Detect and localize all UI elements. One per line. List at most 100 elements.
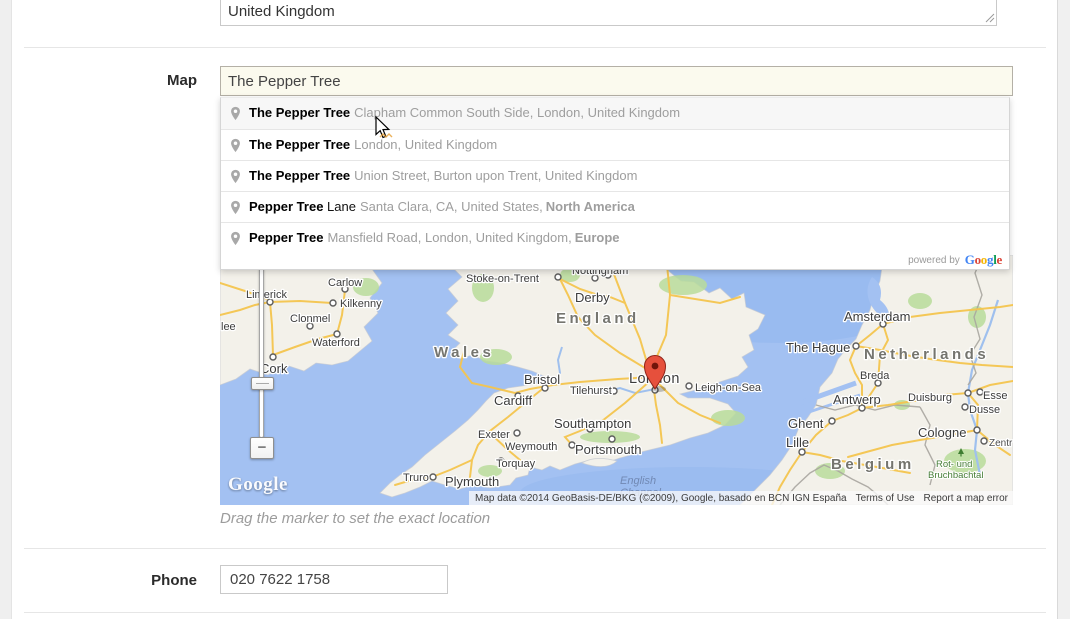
google-logo-letter: G	[965, 252, 975, 267]
map-label: Clonmel	[290, 313, 330, 325]
map-label: Truro	[403, 472, 429, 484]
map-label: Dusse	[969, 404, 1000, 416]
country-textarea[interactable]: United Kingdom	[220, 0, 997, 26]
suggestion-secondary: Santa Clara, CA, United States,	[360, 199, 543, 214]
map-label: Bruchbachtal	[928, 470, 983, 481]
map-label: Derby	[575, 290, 610, 305]
city-dot	[981, 438, 987, 444]
suggestion-row[interactable]: The Pepper Tree Clapham Common South Side…	[221, 98, 1009, 129]
city-dot	[686, 383, 692, 389]
suggestion-secondary: Union Street, Burton upon Trent, United …	[354, 168, 637, 183]
map-label: The Hague	[786, 340, 850, 355]
map-label: Zentr	[989, 438, 1013, 449]
map-label: Bristol	[524, 372, 560, 387]
suggestion-row[interactable]: The Pepper Tree Union Street, Burton upon…	[221, 160, 1009, 191]
location-pin-icon	[230, 231, 241, 246]
map-label: lee	[221, 321, 236, 333]
google-logo: Google	[965, 253, 1002, 267]
map-label: Belgium	[831, 456, 915, 473]
map-label: England	[556, 310, 640, 327]
city-dot	[555, 274, 561, 280]
map-label: Torquay	[496, 458, 536, 470]
location-pin-icon	[230, 138, 241, 153]
map-search-input[interactable]	[220, 66, 1013, 96]
google-map-watermark[interactable]: Google	[228, 474, 288, 496]
suggestion-secondary: London, United Kingdom	[354, 137, 497, 152]
map-label: Southampton	[554, 416, 631, 431]
city-dot	[611, 388, 617, 394]
map-label: Duisburg	[908, 392, 952, 404]
autocomplete-dropdown: The Pepper Tree Clapham Common South Side…	[220, 97, 1010, 270]
phone-input[interactable]	[220, 565, 448, 594]
suggestion-main: Pepper Tree	[249, 199, 323, 214]
zoom-slider-track[interactable]	[259, 266, 264, 438]
map-label: Antwerp	[833, 392, 881, 407]
terms-of-use-link[interactable]: Terms of Use	[856, 493, 915, 504]
map-label: Portsmouth	[575, 442, 641, 457]
map-label: Ghent	[788, 416, 824, 431]
zoom-out-button[interactable]: −	[250, 437, 274, 459]
suggestion-row[interactable]: Pepper Tree Mansfield Road, London, Unite…	[221, 222, 1009, 253]
city-dot	[430, 474, 436, 480]
map-label: Limerick	[246, 289, 287, 301]
map-label: Plymouth	[445, 474, 499, 489]
city-dot	[514, 430, 520, 436]
section-divider	[24, 47, 1046, 48]
city-dot	[965, 390, 971, 396]
location-pin-icon	[230, 200, 241, 215]
map-label: Cologne	[918, 425, 966, 440]
suggestion-row[interactable]: Pepper Tree Lane Santa Clara, CA, United …	[221, 191, 1009, 222]
phone-field-label: Phone	[0, 572, 197, 589]
map-label: English	[620, 475, 656, 487]
city-dot	[853, 343, 859, 349]
suggestion-region: North America	[546, 199, 635, 214]
suggestion-secondary: Mansfield Road, London, United Kingdom,	[327, 230, 571, 245]
city-dot	[330, 300, 336, 306]
city-dot	[974, 427, 980, 433]
map-label: Cardiff	[494, 393, 532, 408]
map-label: Rot- und	[936, 459, 972, 470]
map-field-label: Map	[0, 72, 197, 89]
map-label: Waterford	[312, 337, 360, 349]
map-label: Weymouth	[505, 441, 557, 453]
suggestion-row[interactable]: The Pepper Tree London, United Kingdom	[221, 129, 1009, 160]
location-pin-icon	[230, 106, 241, 121]
textarea-resize-handle[interactable]	[985, 13, 995, 23]
google-map[interactable]: leeLimerickCarlowKilkennyClonmelWaterfor…	[220, 255, 1013, 505]
map-hint-text: Drag the marker to set the exact locatio…	[220, 510, 490, 527]
map-label: Esse	[983, 390, 1007, 402]
section-divider	[24, 548, 1046, 549]
city-dot	[962, 404, 968, 410]
map-canvas[interactable]: leeLimerickCarlowKilkennyClonmelWaterfor…	[220, 255, 1013, 505]
map-label: Tilehurst	[570, 385, 612, 397]
location-pin-icon	[230, 169, 241, 184]
map-label: Amsterdam	[844, 309, 910, 324]
suggestion-secondary: Clapham Common South Side, London, Unite…	[354, 105, 680, 120]
map-label: Lille	[786, 435, 809, 450]
suggestion-main: The Pepper Tree	[249, 105, 350, 120]
powered-by-google: powered by Google	[221, 253, 1009, 269]
page-right-gutter[interactable]	[1057, 0, 1070, 619]
suggestion-main: The Pepper Tree	[249, 137, 350, 152]
report-map-error-link[interactable]: Report a map error	[924, 493, 1008, 504]
powered-by-text: powered by	[908, 255, 960, 266]
map-label: Exeter	[478, 429, 510, 441]
suggestion-main: The Pepper Tree	[249, 168, 350, 183]
map-label: Stoke-on-Trent	[466, 273, 539, 285]
map-attribution-bar: Map data ©2014 GeoBasis-DE/BKG (©2009), …	[469, 491, 1013, 505]
map-label: Breda	[860, 370, 890, 382]
city-dot	[270, 354, 276, 360]
map-label: Netherlands	[864, 346, 989, 363]
map-label: Leigh-on-Sea	[695, 382, 762, 394]
suggestion-main: Pepper Tree	[249, 230, 323, 245]
map-label: Cork	[260, 361, 288, 376]
google-logo-letter: e	[997, 252, 1002, 267]
city-dot	[829, 418, 835, 424]
suggestion-region: Europe	[575, 230, 620, 245]
zoom-slider-thumb[interactable]	[251, 377, 274, 390]
suggestion-main-rest: Lane	[323, 199, 356, 214]
map-label: Kilkenny	[340, 298, 382, 310]
form-page: United Kingdom Map	[0, 0, 1070, 619]
map-attribution-text: Map data ©2014 GeoBasis-DE/BKG (©2009), …	[475, 493, 847, 504]
map-label: Wales	[434, 344, 494, 361]
